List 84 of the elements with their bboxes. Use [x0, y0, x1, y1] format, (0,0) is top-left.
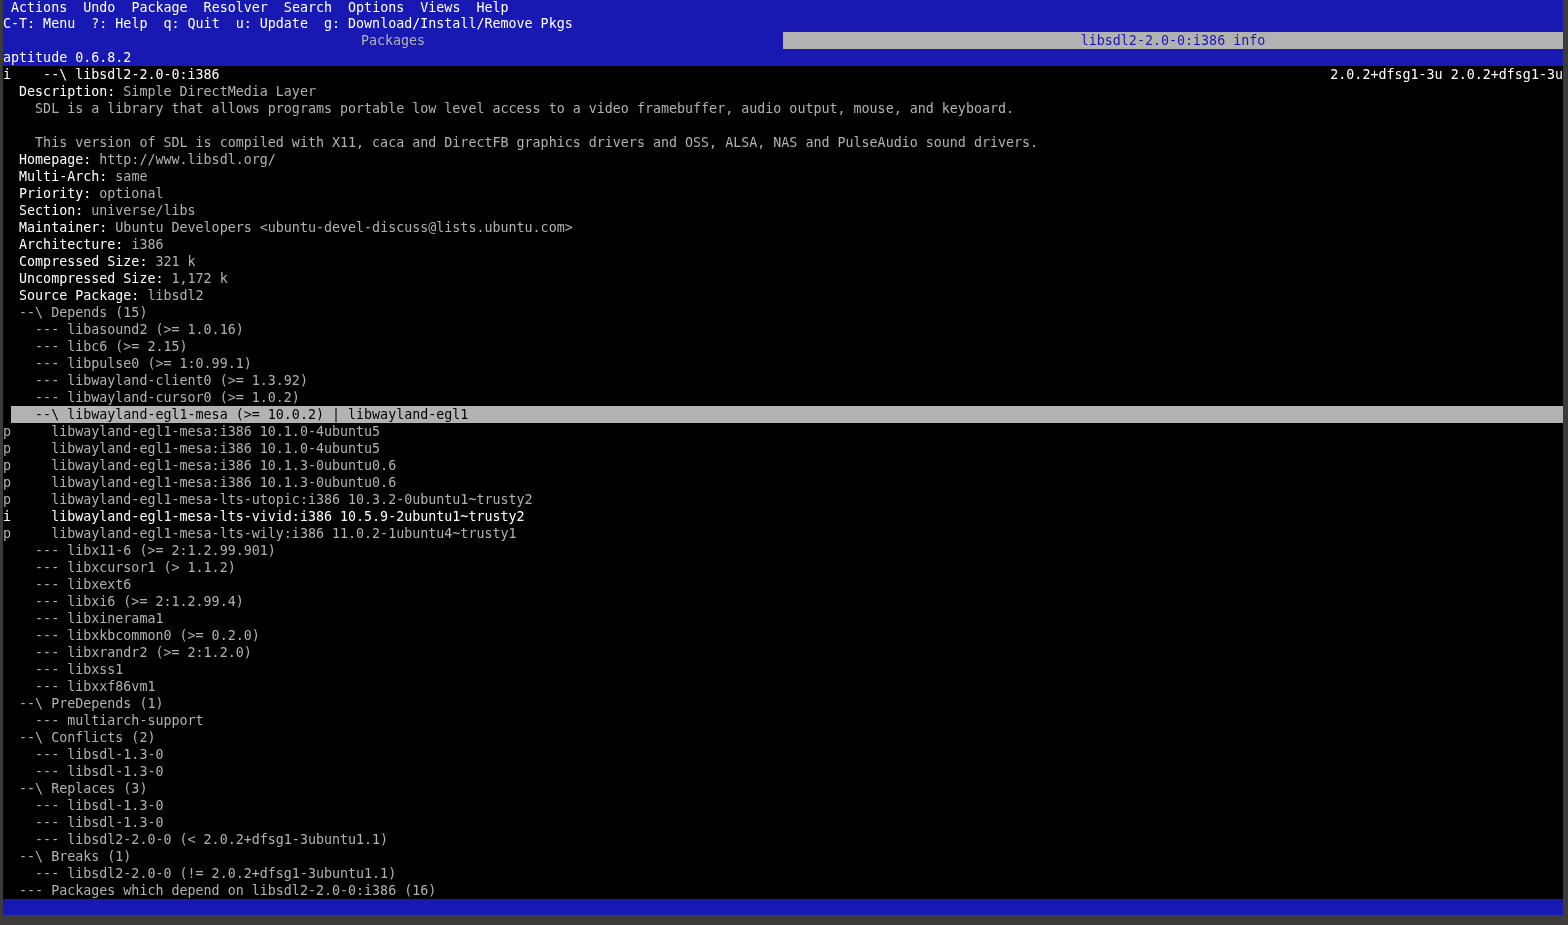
status-letter: p: [3, 491, 11, 508]
tree-item[interactable]: --- libx11-6 (>= 2:1.2.99.901): [11, 542, 1563, 559]
menu-item[interactable]: Package: [131, 0, 188, 15]
tree-item[interactable]: --\ PreDepends (1): [11, 695, 1563, 712]
tree-item[interactable]: --\ Replaces (3): [11, 780, 1563, 797]
field-value: Simple DirectMedia Layer: [123, 84, 316, 99]
field-label: Compressed Size:: [19, 254, 148, 269]
tab[interactable]: libsdl2-2.0-0:i386 info: [783, 32, 1563, 49]
shortcut-hint: ?: Help: [91, 15, 148, 32]
menu-item[interactable]: Help: [476, 0, 509, 15]
shortcut-hint: g: Download/Install/Remove Pkgs: [323, 15, 573, 32]
tree-item[interactable]: --- libxxf86vm1: [11, 678, 1563, 695]
field-label: Description:: [19, 84, 116, 99]
tree-item[interactable]: libwayland-egl1-mesa:i386 10.1.0-4ubuntu5: [11, 423, 1563, 440]
version-text: 2.0.2+dfsg1-3u: [1330, 66, 1443, 83]
tree-item[interactable]: --- multiarch-support: [11, 712, 1563, 729]
tab[interactable]: Packages: [3, 32, 783, 49]
field-label: Uncompressed Size:: [19, 271, 164, 286]
status-letter: p: [3, 423, 11, 440]
status-letter: i: [3, 66, 11, 83]
field-value: Ubuntu Developers <ubuntu-devel-discuss@lists.ubuntu.com>: [115, 220, 573, 235]
tree-item[interactable]: --\ Breaks (1): [11, 848, 1563, 865]
tree-item[interactable]: libwayland-egl1-mesa:i386 10.1.3-0ubuntu0.6: [11, 474, 1563, 491]
tree-item[interactable]: --- libxkbcommon0 (>= 0.2.0): [11, 627, 1563, 644]
tree-item[interactable]: --- libwayland-client0 (>= 1.3.92): [11, 372, 1563, 389]
tree-item[interactable]: --- libsdl-1.3-0: [11, 746, 1563, 763]
field-value: libsdl2: [147, 288, 204, 303]
tree-item[interactable]: --- libwayland-cursor0 (>= 1.0.2): [11, 389, 1563, 406]
status-letter: p: [3, 457, 11, 474]
tree-item[interactable]: --- libc6 (>= 2.15): [11, 338, 1563, 355]
field-label: Section:: [19, 203, 84, 218]
field-value: same: [115, 169, 148, 184]
tree-item[interactable]: libwayland-egl1-mesa-lts-utopic:i386 10.3.2-0ubuntu1~trusty2: [11, 491, 1563, 508]
description-text: This version of SDL is compiled with X11, caca and DirectFB graphics drivers and OSS, ALSA, NAS and PulseAudio sound drivers.: [34, 134, 1039, 151]
tree-item[interactable]: --\ Conflicts (2): [11, 729, 1563, 746]
tree-item[interactable]: --- libxcursor1 (> 1.1.2): [11, 559, 1563, 576]
field-label: Source Package:: [19, 288, 140, 303]
status-letter: p: [3, 525, 11, 542]
tree-item[interactable]: libwayland-egl1-mesa:i386 10.1.0-4ubuntu5: [11, 440, 1563, 457]
field-value: universe/libs: [91, 203, 196, 218]
field-value: optional: [99, 186, 164, 201]
shortcut-hint: C-T: Menu: [3, 15, 76, 32]
menu-item[interactable]: Resolver: [203, 0, 268, 15]
status-letter: p: [3, 440, 11, 457]
tree-item[interactable]: --- libxi6 (>= 2:1.2.99.4): [11, 593, 1563, 610]
tree-item[interactable]: libwayland-egl1-mesa-lts-vivid:i386 10.5.9-2ubuntu1~trusty2: [11, 508, 1563, 525]
tree-item[interactable]: libwayland-egl1-mesa-lts-wily:i386 11.0.2-1ubuntu4~trusty1: [11, 525, 1563, 542]
tree-item[interactable]: libwayland-egl1-mesa:i386 10.1.3-0ubuntu0.6: [11, 457, 1563, 474]
tree-item[interactable]: --\ libwayland-egl1-mesa (>= 10.0.2) | libwayland-egl1: [11, 406, 1563, 423]
tree-item[interactable]: --- libsdl2-2.0-0 (!= 2.0.2+dfsg1-3ubuntu1.1): [11, 865, 1563, 882]
field-label: Maintainer:: [19, 220, 108, 235]
status-letter: i: [3, 508, 11, 525]
shortcut-hint: q: Quit: [163, 15, 220, 32]
tree-item[interactable]: --\ Depends (15): [11, 304, 1563, 321]
field-label: Priority:: [19, 186, 92, 201]
tree-item[interactable]: --- libsdl-1.3-0: [11, 797, 1563, 814]
field-label: Architecture:: [19, 237, 124, 252]
tree-item[interactable]: --- libasound2 (>= 1.0.16): [11, 321, 1563, 338]
shortcut-hint: u: Update: [235, 15, 308, 32]
field-value: http://www.libsdl.org/: [99, 152, 276, 167]
tree-item[interactable]: --- libsdl-1.3-0: [11, 763, 1563, 780]
field-label: Multi-Arch:: [19, 169, 108, 184]
tree-item[interactable]: --- libpulse0 (>= 1:0.99.1): [11, 355, 1563, 372]
field-label: Homepage:: [19, 152, 92, 167]
tree-item[interactable]: --- libxss1: [11, 661, 1563, 678]
field-value: i386: [131, 237, 164, 252]
tree-item[interactable]: --- libxrandr2 (>= 2:1.2.0): [11, 644, 1563, 661]
version-text: 2.0.2+dfsg1-3u: [1450, 66, 1563, 83]
tree-item[interactable]: --- libxext6: [11, 576, 1563, 593]
app-title: aptitude 0.6.8.2: [3, 50, 132, 65]
menu-item[interactable]: Undo: [83, 0, 116, 15]
field-value: 321 k: [155, 254, 196, 269]
menu-item[interactable]: Options: [348, 0, 405, 15]
menu-item[interactable]: Search: [283, 0, 332, 15]
package-name[interactable]: --\ libsdl2-2.0-0:i386: [11, 66, 1331, 83]
tree-item[interactable]: --- Packages which depend on libsdl2-2.0-0:i386 (16): [11, 882, 1563, 899]
field-value: 1,172 k: [171, 271, 228, 286]
status-letter: p: [3, 474, 11, 491]
tree-item[interactable]: --- libsdl-1.3-0: [11, 814, 1563, 831]
menu-item[interactable]: Views: [420, 0, 461, 15]
description-text: SDL is a library that allows programs portable low level access to a video framebuffer, audio output, mouse, and keyboard.: [34, 100, 1015, 117]
tree-item[interactable]: --- libsdl2-2.0-0 (< 2.0.2+dfsg1-3ubuntu1.1): [11, 831, 1563, 848]
menu-item[interactable]: Actions: [11, 0, 68, 15]
tree-item[interactable]: --- libxinerama1: [11, 610, 1563, 627]
